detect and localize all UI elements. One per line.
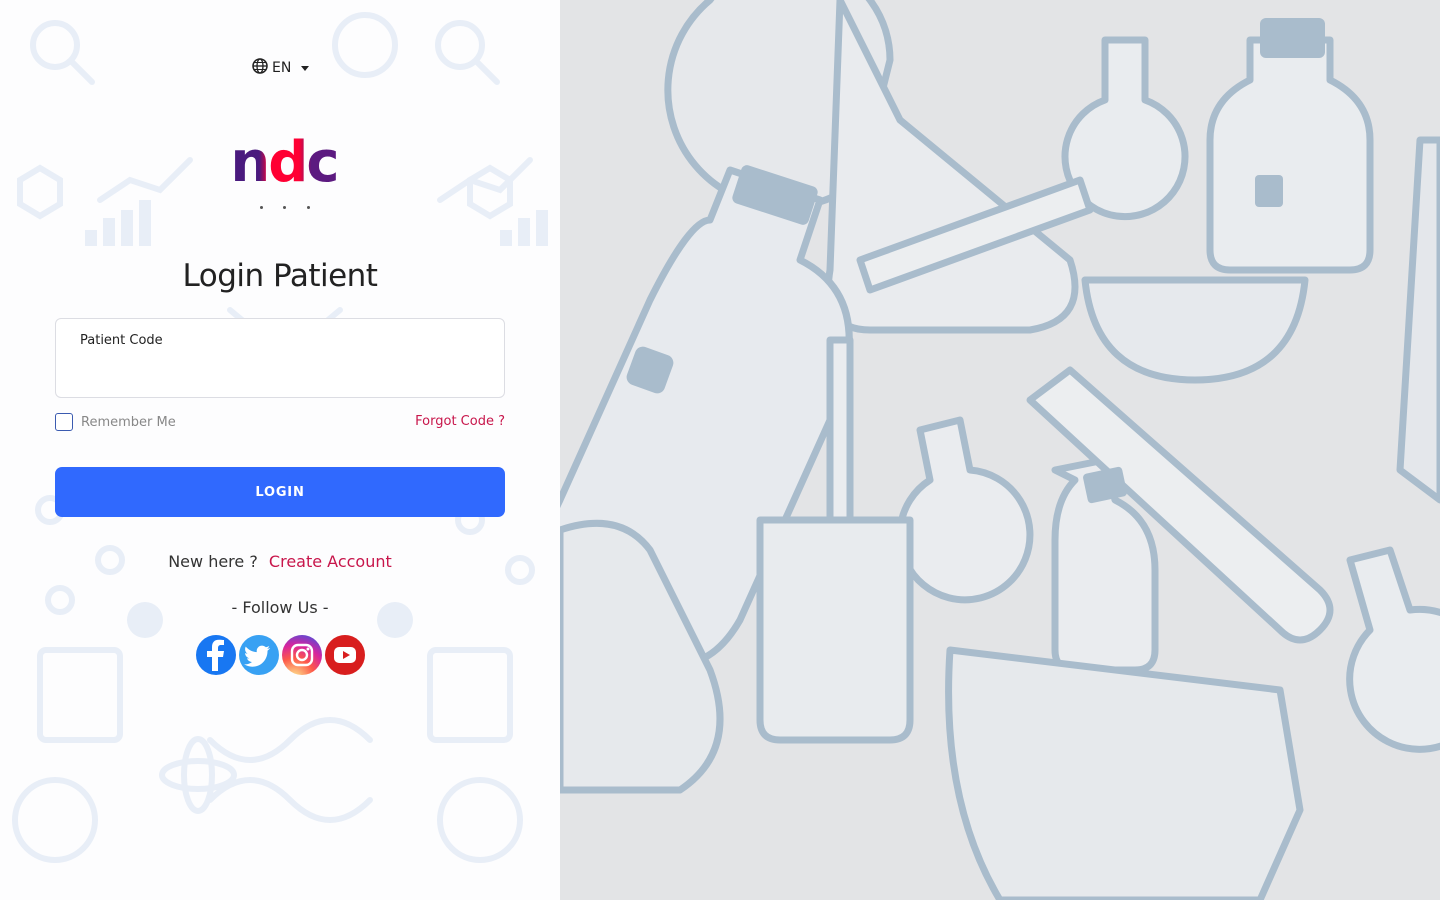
follow-us-label: - Follow Us -	[231, 598, 329, 617]
signup-prompt: New here ? Create Account	[0, 552, 560, 571]
patient-code-field[interactable]: Patient Code	[55, 318, 505, 398]
ndc-logo: ndc	[222, 128, 346, 214]
login-button[interactable]: LOGIN	[55, 467, 505, 517]
create-account-link[interactable]: Create Account	[269, 552, 392, 571]
language-selector[interactable]: EN	[252, 58, 310, 78]
globe-icon	[252, 58, 268, 78]
glassware-pattern	[560, 0, 1440, 900]
chevron-down-icon	[301, 65, 310, 71]
language-code: EN	[272, 60, 292, 76]
forgot-code-link[interactable]: Forgot Code ?	[415, 414, 505, 429]
patient-code-label: Patient Code	[80, 333, 163, 348]
instagram-icon[interactable]	[282, 635, 322, 675]
remember-me-checkbox[interactable]: Remember Me	[55, 413, 176, 431]
remember-me-label: Remember Me	[81, 414, 176, 430]
checkbox-box[interactable]	[55, 413, 73, 431]
twitter-icon[interactable]	[239, 635, 279, 675]
lab-glassware-illustration	[560, 0, 1440, 900]
login-panel: EN ndc Login Patient Patient Code Rememb…	[0, 0, 560, 900]
youtube-icon[interactable]	[325, 635, 365, 675]
page-title: Login Patient	[182, 258, 378, 294]
patient-code-input[interactable]	[80, 359, 480, 387]
logo-tagline	[250, 206, 320, 212]
social-links	[196, 635, 365, 675]
facebook-icon[interactable]	[196, 635, 236, 675]
new-here-text: New here ?	[168, 552, 258, 571]
